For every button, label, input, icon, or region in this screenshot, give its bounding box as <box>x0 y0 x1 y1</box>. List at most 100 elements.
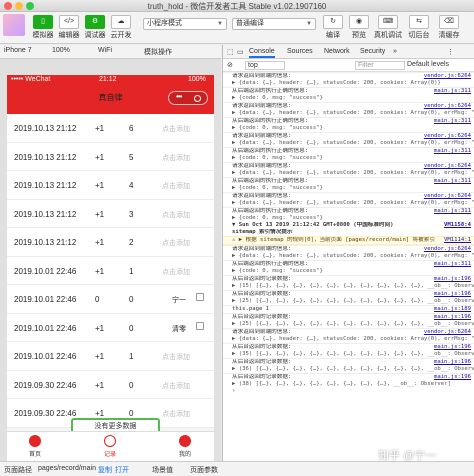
device-select[interactable]: iPhone 7 <box>4 47 32 54</box>
console-log-line[interactable]: ▶ {code: 0, msg: "success"} <box>223 125 474 132</box>
log-source-link[interactable]: main.js:196 <box>434 314 471 321</box>
add-note-link[interactable]: 点击添加 <box>162 238 190 248</box>
debugger-button[interactable]: ⚙ 调试器 <box>82 15 108 40</box>
page-params[interactable]: 页面参数 <box>190 465 218 475</box>
scene-value[interactable]: 场景值 <box>152 465 173 475</box>
tab-console[interactable]: Console <box>249 48 275 58</box>
clear-console-icon[interactable]: ⊘ <box>227 61 233 69</box>
log-source-link[interactable]: main.js:196 <box>434 276 471 283</box>
console-log-line[interactable]: ▶ {code: 0, msg: "success"} <box>223 185 474 192</box>
console-log-line[interactable]: ▶ (38) [{…}, {…}, {…}, {…}, {…}, {…}, {…… <box>223 381 474 388</box>
console-log-line[interactable]: ▶ (15) [{…}, {…}, {…}, {…}, {…}, {…}, {…… <box>223 283 474 290</box>
more-tabs-icon[interactable]: » <box>393 48 397 55</box>
console-log-line[interactable]: ⚠ ▶ 根据 sitemap 的规则[0]，当前页面 [pages/record… <box>223 236 474 245</box>
background-button[interactable]: ⇆ 切后台 <box>406 15 432 40</box>
cloud-dev-button[interactable]: ☁ 云开发 <box>108 15 134 40</box>
log-source-link[interactable]: vendor.js:6264 <box>424 329 471 336</box>
edit-icon[interactable] <box>196 293 204 301</box>
simulator-button[interactable]: ▯ 模拟器 <box>30 15 56 40</box>
console-log-line[interactable]: ▶ {data: {…}, header: {…}, statusCode: 2… <box>223 170 474 177</box>
log-source-link[interactable]: main.js:196 <box>434 359 471 366</box>
console-log-line[interactable]: ▶ {code: 0, msg: "success"} <box>223 215 474 222</box>
log-source-link[interactable]: main.js:311 <box>434 118 471 125</box>
inspect-icon[interactable]: ⬚ <box>227 48 234 56</box>
console-log-line[interactable]: ▶ (25) [{…}, {…}, {…}, {…}, {…}, {…}, {…… <box>223 321 474 328</box>
log-source-link[interactable]: main.js:196 <box>434 291 471 298</box>
log-source-link[interactable]: VM1158:4 <box>444 222 471 229</box>
tab-records[interactable]: 记录 <box>90 435 130 458</box>
log-text: ▶ {data: {…}, header: {…}, statusCode: 2… <box>232 336 474 342</box>
console-log-line[interactable]: ▶ {code: 0, msg: "success"} <box>223 155 474 162</box>
log-source-link[interactable]: main.js:189 <box>434 306 471 313</box>
log-source-link[interactable]: vendor.js:6264 <box>424 193 471 200</box>
console-log-line[interactable]: ▶ (25) [{…}, {…}, {…}, {…}, {…}, {…}, {…… <box>223 298 474 305</box>
operation-select[interactable]: 模拟操作 <box>144 47 172 57</box>
log-source-link[interactable]: vendor.js:6264 <box>424 163 471 170</box>
add-note-link[interactable]: 点击添加 <box>162 210 190 220</box>
console-log-line[interactable]: ▶ {data: {…}, header: {…}, statusCode: 2… <box>223 253 474 260</box>
tab-mine[interactable]: 我的 <box>165 435 205 458</box>
console-log-line[interactable]: ▶ {data: {…}, header: {…}, statusCode: 2… <box>223 110 474 117</box>
filter-input[interactable]: Filter <box>355 61 405 70</box>
console-prompt[interactable]: › <box>223 388 474 395</box>
tab-sources[interactable]: Sources <box>287 48 313 55</box>
settings-icon[interactable]: ⋮ <box>447 48 454 56</box>
log-text: ▶ (38) [{…}, {…}, {…}, {…}, {…}, {…}, {…… <box>232 381 451 387</box>
tab-home[interactable]: 首页 <box>15 435 55 458</box>
log-source-link[interactable]: main.js:311 <box>434 178 471 185</box>
add-note-link[interactable]: 点击添加 <box>162 352 190 362</box>
editor-button[interactable]: </> 编辑器 <box>56 15 82 40</box>
log-source-link[interactable]: main.js:196 <box>434 344 471 351</box>
preview-button[interactable]: ◉ 预览 <box>346 15 372 40</box>
add-note-link[interactable]: 点击添加 <box>162 267 190 277</box>
log-source-link[interactable]: main.js:311 <box>434 261 471 268</box>
user-avatar[interactable] <box>3 14 25 36</box>
console-log-line[interactable]: ▶ {data: {…}, header: {…}, statusCode: 2… <box>223 80 474 87</box>
log-levels-select[interactable]: Default levels <box>407 61 449 68</box>
tab-network[interactable]: Network <box>324 48 350 55</box>
clear-cache-button[interactable]: ⌫ 清缓存 <box>436 15 462 40</box>
record-note: 宁一 <box>172 297 186 304</box>
console-log-line[interactable]: ▶ (36) [{…}, {…}, {…}, {…}, {…}, {…}, {…… <box>223 366 474 373</box>
add-note-link[interactable]: 点击添加 <box>162 409 190 419</box>
log-source-link[interactable]: main.js:311 <box>434 148 471 155</box>
device-toggle-icon[interactable]: ▭ <box>237 48 244 56</box>
tab-security[interactable]: Security <box>360 48 385 55</box>
edit-icon[interactable] <box>196 321 204 330</box>
record-row: 2019.10.01 22:46 +1 1 点击添加 <box>7 256 214 285</box>
context-select[interactable]: top <box>245 61 285 70</box>
console-log-line[interactable]: ▶ {code: 0, msg: "success"} <box>223 268 474 275</box>
add-note-link[interactable]: 点击添加 <box>162 153 190 163</box>
add-note-link[interactable]: 点击添加 <box>162 124 190 134</box>
log-source-link[interactable]: vendor.js:6264 <box>424 133 471 140</box>
log-source-link[interactable]: main.js:311 <box>434 88 471 95</box>
copy-path-link[interactable]: 复制 <box>98 465 112 475</box>
log-source-link[interactable]: main.js:311 <box>434 208 471 215</box>
console-log-line[interactable]: ▶ {data: {…}, header: {…}, statusCode: 2… <box>223 200 474 207</box>
log-text: 从后台返回的记录数据: <box>232 344 292 350</box>
zoom-select[interactable]: 100% <box>52 47 70 54</box>
console-log-line[interactable]: ▶ {data: {…}, header: {…}, statusCode: 2… <box>223 140 474 147</box>
log-source-link[interactable]: VM1114:1 <box>444 237 471 244</box>
console-filter-bar: ⊘ top Filter Default levels <box>223 59 474 72</box>
compile-mode-select[interactable]: 普通编译 ▼ <box>232 18 316 30</box>
console-log-line[interactable]: ▶ {code: 0, msg: "success"} <box>223 95 474 102</box>
console-log-line[interactable]: ▶ (35) [{…}, {…}, {…}, {…}, {…}, {…}, {…… <box>223 351 474 358</box>
log-source-link[interactable]: vendor.js:6264 <box>424 103 471 110</box>
log-source-link[interactable]: main.js:196 <box>434 374 471 381</box>
log-text: 从后台返回的记录数据: <box>232 276 292 282</box>
miniprogram-capsule[interactable]: ••• <box>168 91 208 105</box>
console-log-line[interactable]: ▶ {data: {…}, header: {…}, statusCode: 2… <box>223 336 474 343</box>
mode-select[interactable]: 小程序模式 ▼ <box>143 18 227 30</box>
remote-debug-button[interactable]: ⌨ 真机调试 <box>372 15 404 40</box>
console-log-line: sitemap 索引情况提示 <box>223 229 474 236</box>
add-note-link[interactable]: 点击添加 <box>162 381 190 391</box>
log-source-link[interactable]: vendor.js:6264 <box>424 73 471 80</box>
network-select[interactable]: WiFi <box>98 47 112 54</box>
log-source-link[interactable]: vendor.js:6264 <box>424 246 471 253</box>
more-icon[interactable]: ••• <box>176 92 182 101</box>
add-note-link[interactable]: 点击添加 <box>162 181 190 191</box>
open-path-link[interactable]: 打开 <box>115 465 129 475</box>
close-capsule-icon[interactable] <box>194 95 201 102</box>
compile-button[interactable]: ↻ 编译 <box>320 15 346 40</box>
